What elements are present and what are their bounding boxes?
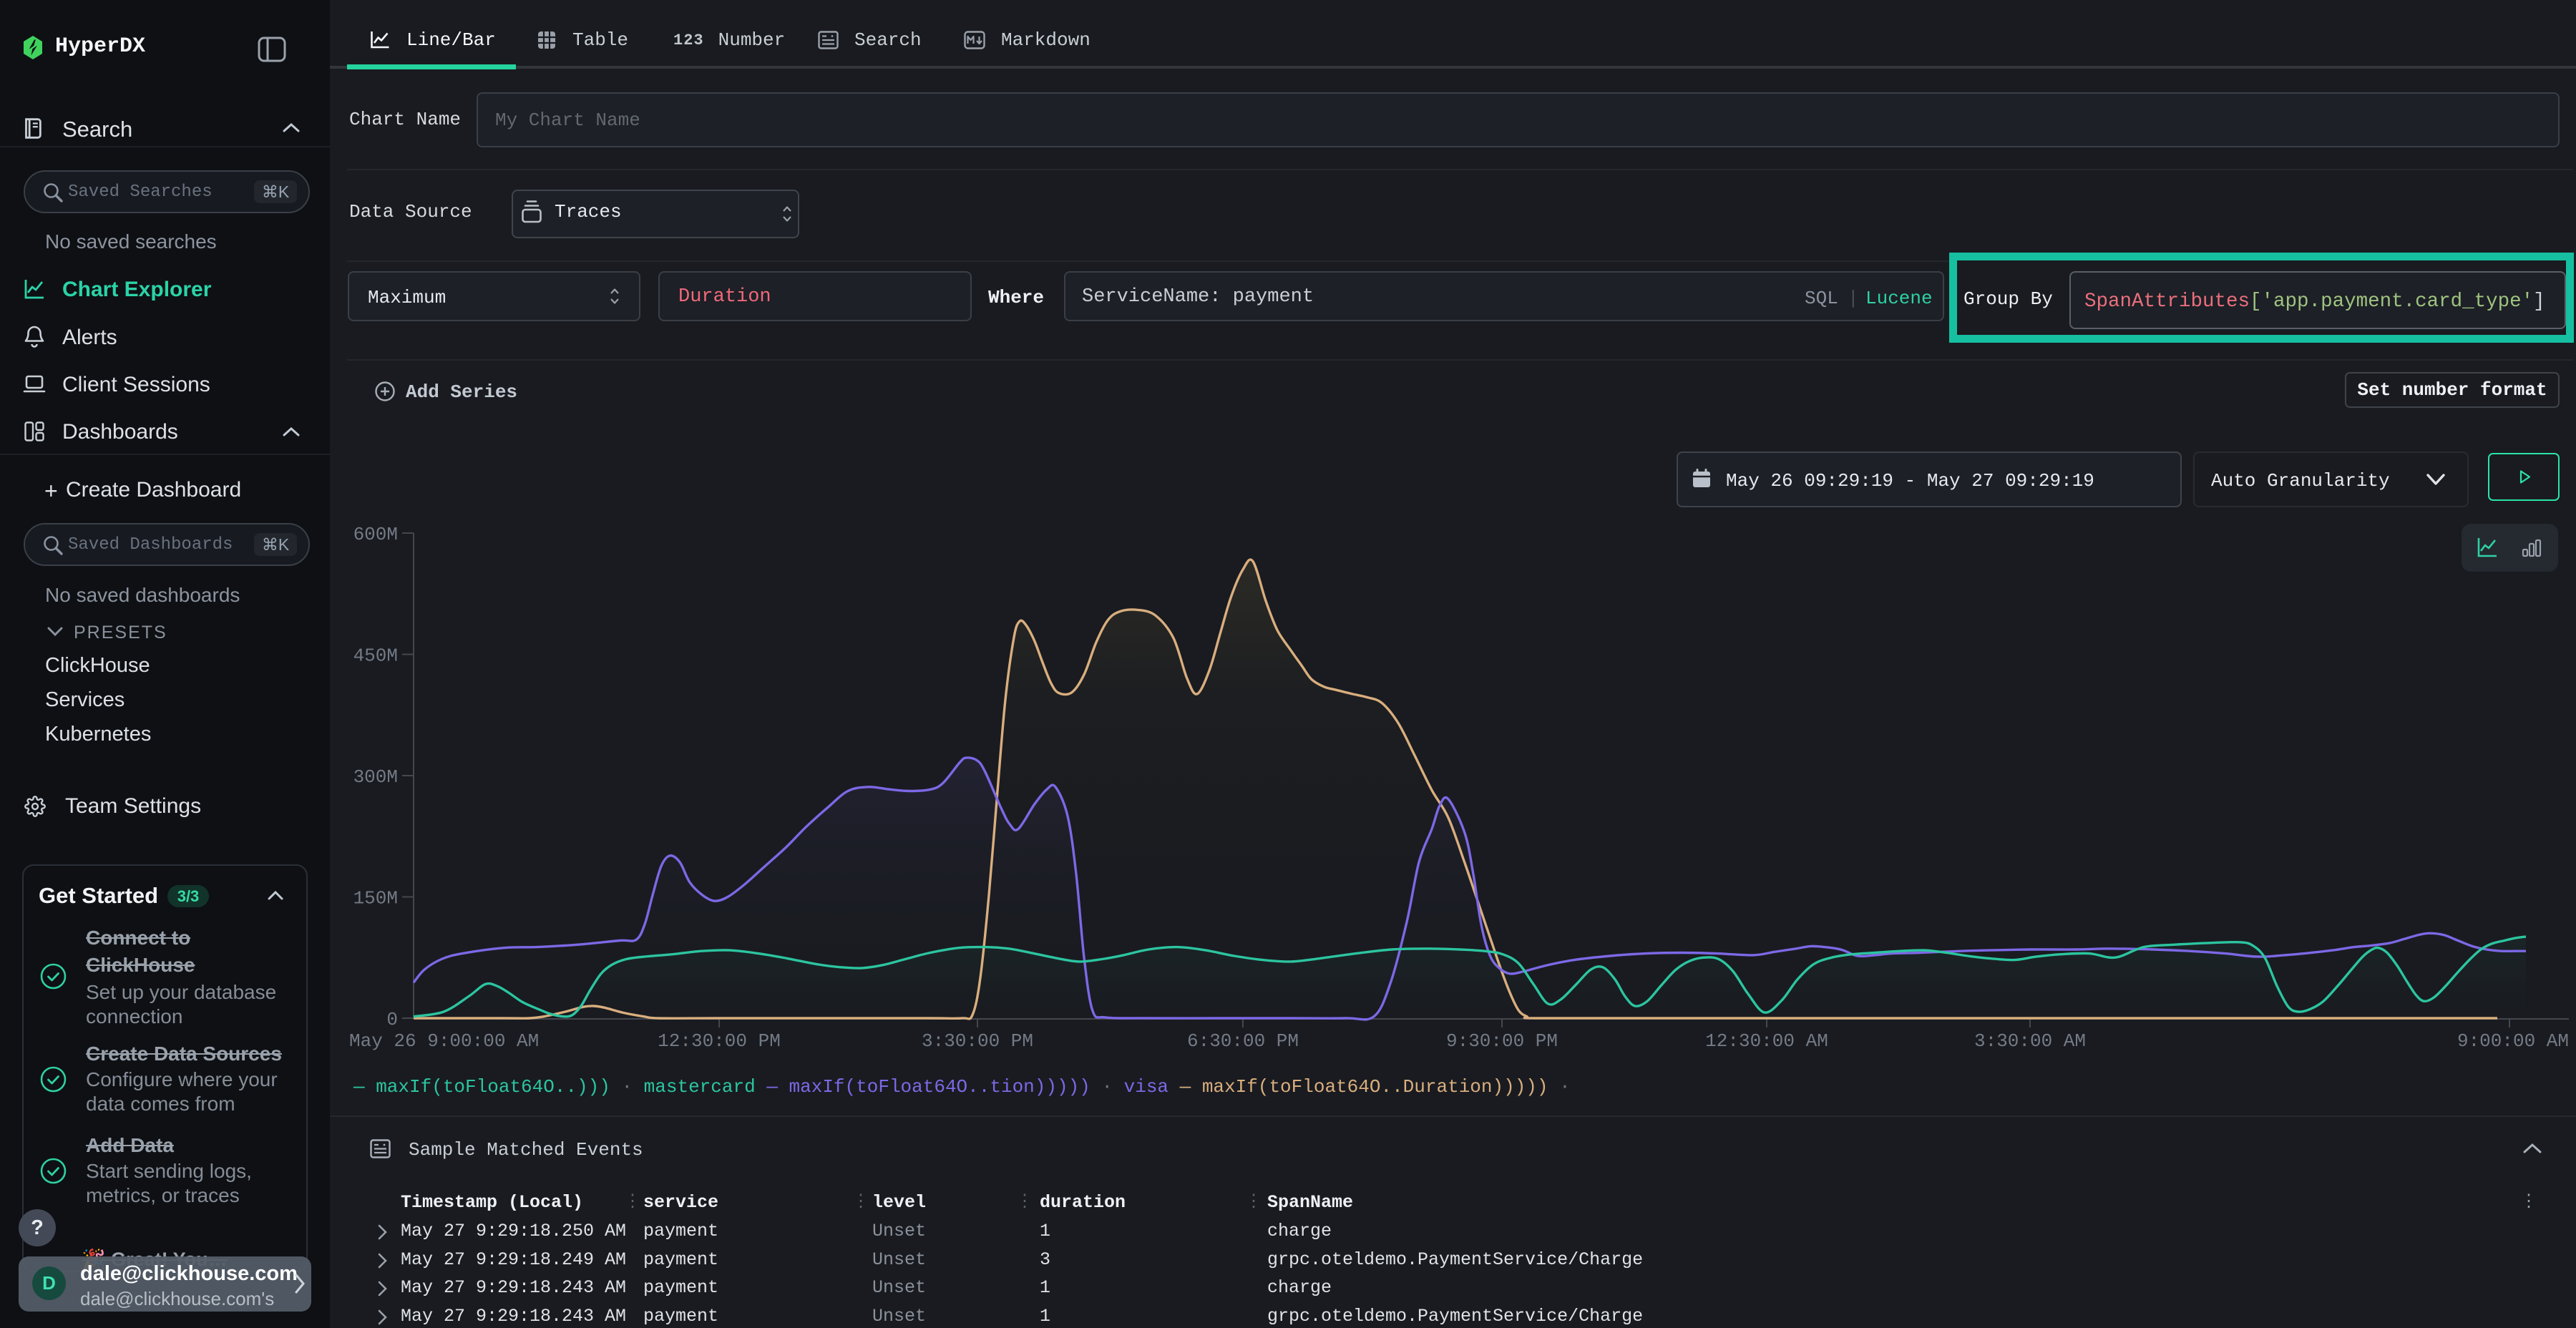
svg-text:450M: 450M bbox=[353, 645, 398, 667]
svg-text:6:30:00 PM: 6:30:00 PM bbox=[1187, 1030, 1299, 1052]
svg-text:3:30:00 PM: 3:30:00 PM bbox=[922, 1030, 1033, 1052]
svg-text:300M: 300M bbox=[353, 766, 398, 788]
svg-text:150M: 150M bbox=[353, 888, 398, 909]
svg-text:600M: 600M bbox=[353, 524, 398, 545]
svg-text:0: 0 bbox=[386, 1009, 398, 1030]
svg-text:May 26 9:00:00 AM: May 26 9:00:00 AM bbox=[349, 1030, 539, 1052]
svg-text:3:30:00 AM: 3:30:00 AM bbox=[1974, 1030, 2086, 1052]
svg-text:9:00:00 AM: 9:00:00 AM bbox=[2457, 1030, 2569, 1052]
svg-text:12:30:00 AM: 12:30:00 AM bbox=[1705, 1030, 1828, 1052]
svg-text:9:30:00 PM: 9:30:00 PM bbox=[1446, 1030, 1558, 1052]
svg-text:12:30:00 PM: 12:30:00 PM bbox=[658, 1030, 781, 1052]
